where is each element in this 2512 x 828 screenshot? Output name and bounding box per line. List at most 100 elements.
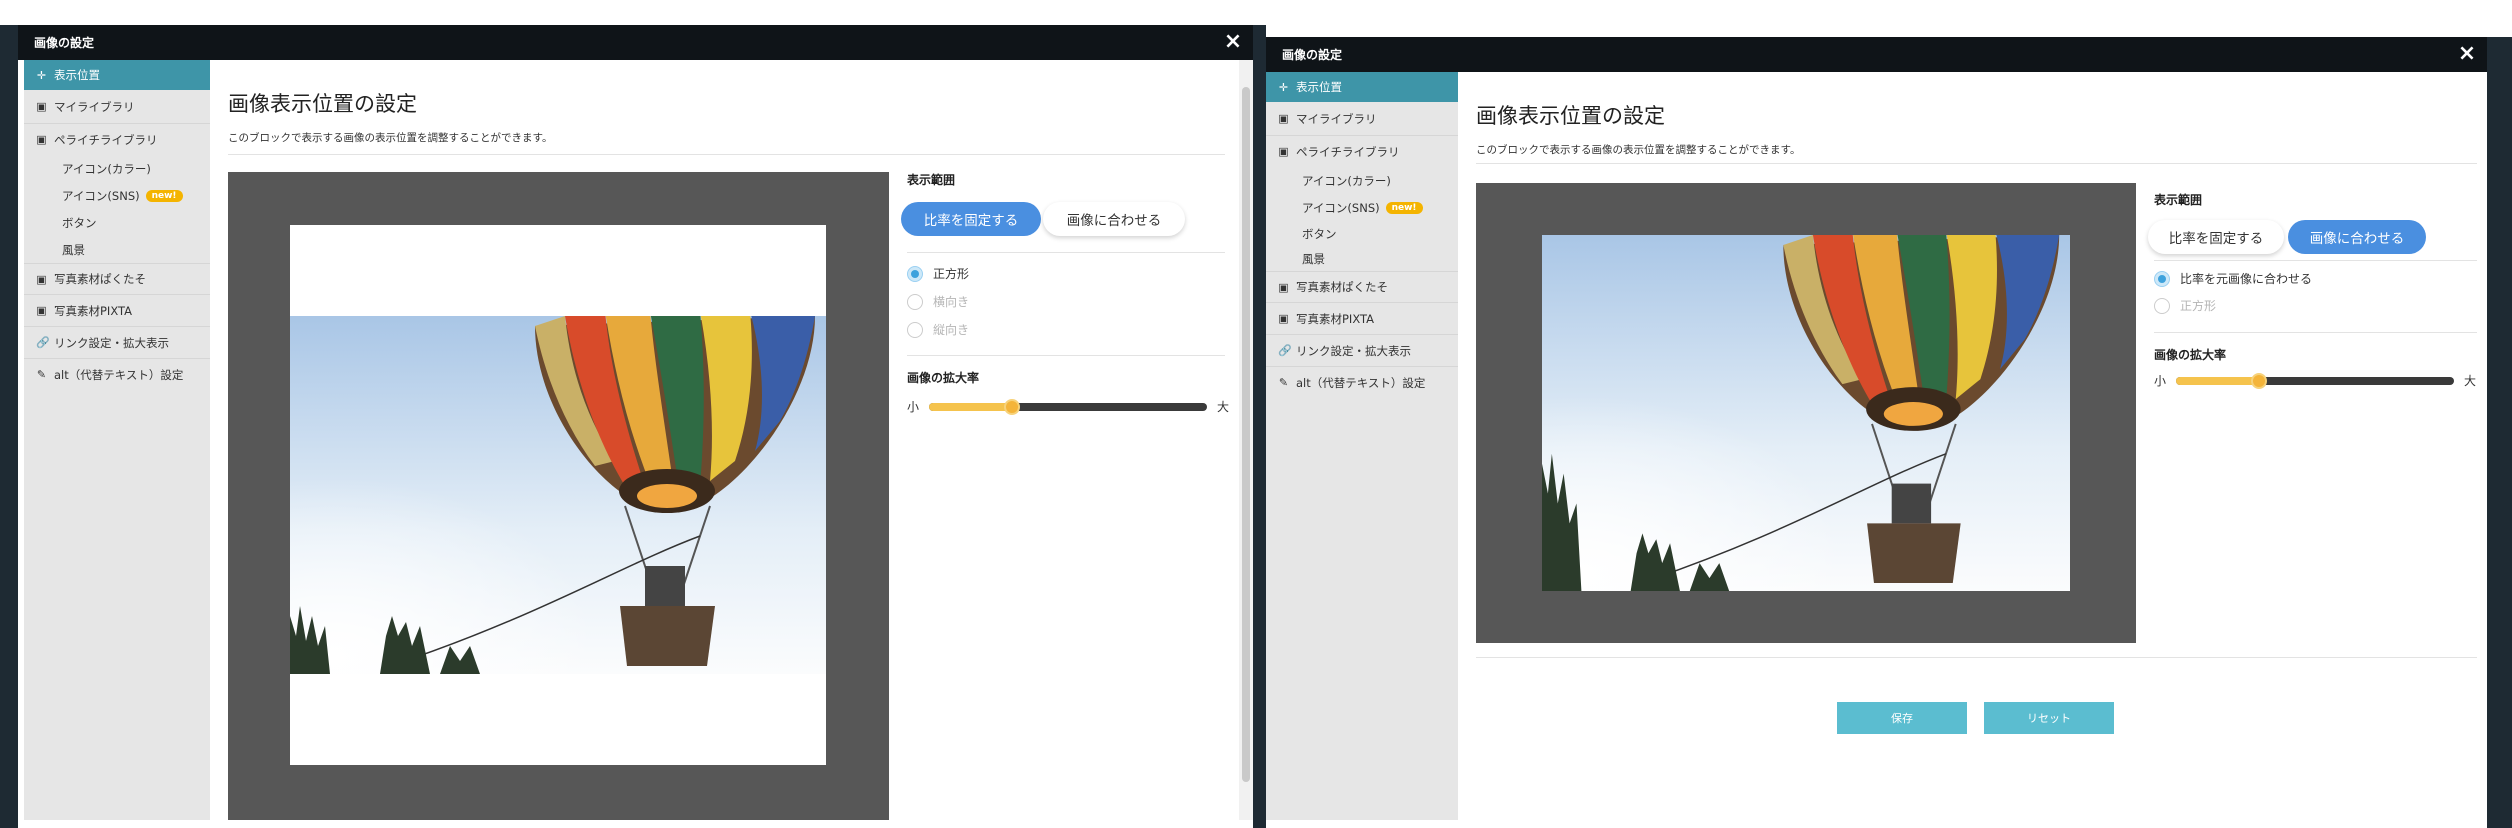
radio-dot — [2154, 297, 2170, 314]
sidebar-subitem-landscape[interactable]: 風景 — [24, 236, 210, 263]
image-icon: ▣ — [1278, 112, 1289, 125]
radio-dot — [907, 265, 923, 282]
sidebar-item-link-settings[interactable]: 🔗 リンク設定・拡大表示 — [1266, 334, 1458, 366]
page-description: このブロックで表示する画像の表示位置を調整することができます。 — [228, 132, 553, 144]
image-icon: ▣ — [1278, 312, 1289, 325]
sidebar-subitem-button[interactable]: ボタン — [1266, 221, 1458, 247]
sidebar-subitem-icon-color[interactable]: アイコン(カラー) — [1266, 167, 1458, 194]
divider — [907, 252, 1225, 253]
sidebar-item-pixta[interactable]: ▣ 写真素材PIXTA — [1266, 302, 1458, 334]
sidebar-item-pakutaso[interactable]: ▣ 写真素材ぱくたそ — [24, 263, 210, 294]
sidebar-item-label: リンク設定・拡大表示 — [54, 335, 169, 350]
sidebar-subitem-label: アイコン(SNS) — [1302, 200, 1380, 215]
radio-dot — [907, 321, 923, 338]
save-button[interactable]: 保存 — [1837, 702, 1967, 734]
sidebar-item-label: 写真素材PIXTA — [54, 303, 133, 318]
radio-label: 正方形 — [933, 267, 970, 281]
divider — [1476, 163, 2477, 164]
pencil-icon: ✎ — [1278, 376, 1289, 389]
image-settings-dialog: 画像の設定 × ✛ 表示位置 ▣ マイライブラリ ▣ ペライチライブラリ アイコ… — [18, 25, 1253, 820]
image-preview-area[interactable] — [1476, 183, 2136, 643]
zoom-slider[interactable] — [929, 398, 1208, 415]
sidebar-subitem-label: アイコン(SNS) — [62, 188, 140, 203]
fit-image-button[interactable]: 画像に合わせる — [1043, 202, 1185, 236]
small-label: 小 — [907, 400, 920, 414]
zoom-slider-fill — [2176, 376, 2260, 385]
sidebar-item-my-library[interactable]: ▣ マイライブラリ — [1266, 102, 1458, 135]
sidebar-item-link-settings[interactable]: 🔗 リンク設定・拡大表示 — [24, 326, 210, 358]
reset-button[interactable]: リセット — [1984, 702, 2114, 734]
radio-square[interactable]: 正方形 — [907, 265, 969, 282]
sidebar-subitem-icon-sns[interactable]: アイコン(SNS) new! — [24, 182, 210, 209]
fit-image-button[interactable]: 画像に合わせる — [2288, 220, 2426, 254]
pencil-icon: ✎ — [36, 368, 47, 381]
close-icon[interactable]: × — [1221, 28, 1245, 56]
dialog-titlebar: 画像の設定 × — [18, 25, 1253, 60]
image-icon: ▣ — [36, 100, 47, 113]
sidebar-item-my-library[interactable]: ▣ マイライブラリ — [24, 90, 210, 123]
divider — [907, 355, 1225, 356]
sidebar-item-label: alt（代替テキスト）設定 — [54, 367, 184, 382]
image-preview-area[interactable] — [228, 172, 889, 820]
large-label: 大 — [1217, 400, 1230, 414]
sidebar-subitem-icon-sns[interactable]: アイコン(SNS) new! — [1266, 194, 1458, 221]
zoom-slider[interactable] — [2176, 372, 2455, 389]
sidebar-item-label: マイライブラリ — [1296, 111, 1377, 126]
sidebar-item-peraichi-library[interactable]: ▣ ペライチライブラリ — [24, 123, 210, 155]
sidebar-subitem-label: ボタン — [62, 215, 97, 230]
dialog-title: 画像の設定 — [34, 36, 95, 50]
sidebar-item-pixta[interactable]: ▣ 写真素材PIXTA — [24, 294, 210, 326]
main-content: 画像表示位置の設定 このブロックで表示する画像の表示位置を調整することができます… — [1458, 72, 2487, 820]
sidebar-subitem-label: アイコン(カラー) — [1302, 173, 1391, 188]
zoom-slider-knob[interactable] — [2251, 372, 2268, 389]
radio-label: 縦向き — [933, 323, 970, 337]
sidebar-subitem-landscape[interactable]: 風景 — [1266, 247, 1458, 271]
image-icon: ▣ — [36, 133, 47, 146]
radio-match-original[interactable]: 比率を元画像に合わせる — [2154, 270, 2312, 287]
sidebar-item-label: 表示位置 — [1296, 80, 1342, 94]
sidebar-item-alt-settings[interactable]: ✎ alt（代替テキスト）設定 — [1266, 366, 1458, 398]
scrollbar-thumb[interactable] — [1242, 87, 1250, 782]
sidebar-subitem-icon-color[interactable]: アイコン(カラー) — [24, 155, 210, 182]
sidebar: ✛ 表示位置 ▣ マイライブラリ ▣ ペライチライブラリ アイコン(カラー) ア… — [24, 60, 210, 820]
zoom-slider-row: 小 大 — [907, 398, 1229, 415]
divider — [2154, 332, 2477, 333]
image-settings-dialog: 画像の設定 × ✛ 表示位置 ▣ マイライブラリ ▣ ペライチライブラリ アイコ… — [1266, 37, 2487, 820]
crop-frame[interactable] — [1542, 235, 2070, 591]
image-icon: ▣ — [36, 272, 47, 286]
sidebar-item-alt-settings[interactable]: ✎ alt（代替テキスト）設定 — [24, 358, 210, 390]
sidebar-subitem-label: 風景 — [62, 242, 85, 257]
new-badge: new! — [145, 189, 183, 202]
sidebar-subitem-button[interactable]: ボタン — [24, 209, 210, 236]
radio-dot — [2154, 270, 2170, 287]
sidebar-item-position[interactable]: ✛ 表示位置 — [1266, 72, 1458, 102]
backdrop-middle — [1253, 25, 1266, 828]
close-icon[interactable]: × — [2455, 40, 2479, 68]
zoom-slider-knob[interactable] — [1004, 398, 1021, 415]
image-icon: ▣ — [1278, 280, 1289, 294]
radio-dot — [907, 293, 923, 310]
fixed-ratio-button[interactable]: 比率を固定する — [2148, 220, 2284, 254]
radio-landscape[interactable]: 横向き — [907, 293, 969, 310]
dialog-title: 画像の設定 — [1282, 48, 1343, 62]
fixed-ratio-button[interactable]: 比率を固定する — [901, 202, 1041, 236]
link-icon: 🔗 — [1278, 344, 1292, 357]
sidebar-subitem-label: 風景 — [1302, 252, 1325, 266]
sidebar-item-pakutaso[interactable]: ▣ 写真素材ぱくたそ — [1266, 271, 1458, 302]
sidebar-item-label: ペライチライブラリ — [54, 132, 158, 147]
sidebar-item-peraichi-library[interactable]: ▣ ペライチライブラリ — [1266, 135, 1458, 167]
move-icon: ✛ — [36, 68, 47, 82]
divider — [228, 154, 1225, 155]
page-title: 画像表示位置の設定 — [1476, 104, 1665, 128]
radio-portrait[interactable]: 縦向き — [907, 321, 969, 338]
radio-label: 横向き — [933, 295, 970, 309]
image-icon: ▣ — [1278, 145, 1289, 158]
zoom-label: 画像の拡大率 — [2154, 348, 2227, 362]
sidebar: ✛ 表示位置 ▣ マイライブラリ ▣ ペライチライブラリ アイコン(カラー) ア… — [1266, 72, 1458, 820]
radio-square[interactable]: 正方形 — [2154, 297, 2216, 314]
page-title: 画像表示位置の設定 — [228, 92, 417, 116]
sidebar-item-position[interactable]: ✛ 表示位置 — [24, 60, 210, 90]
move-icon: ✛ — [1278, 80, 1289, 94]
crop-frame[interactable] — [290, 225, 826, 765]
radio-label: 正方形 — [2180, 299, 2217, 313]
